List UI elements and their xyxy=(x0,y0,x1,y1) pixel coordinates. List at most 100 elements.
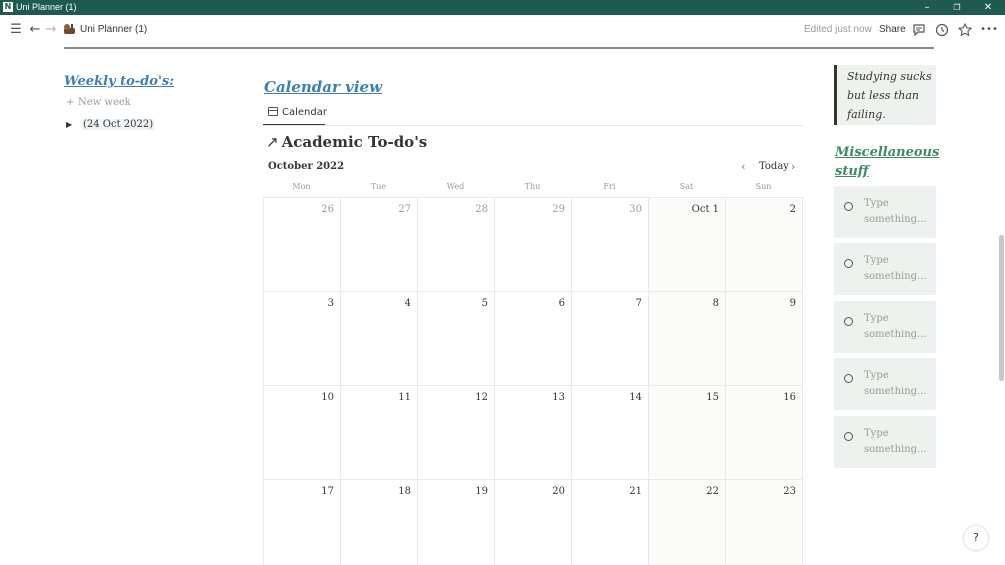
calendar-day-cell[interactable]: 6 xyxy=(495,292,572,386)
day-number: 14 xyxy=(629,392,642,403)
day-number: 19 xyxy=(475,486,488,497)
previous-month-button[interactable]: ‹ xyxy=(741,160,745,174)
day-number: 23 xyxy=(783,486,796,497)
calendar-day-cell[interactable]: 3 xyxy=(264,292,341,386)
view-tab-divider xyxy=(263,125,803,126)
calendar-day-cell[interactable]: 22 xyxy=(649,480,726,565)
database-title[interactable]: ↗ Academic To-do's xyxy=(266,132,427,152)
minimize-button[interactable]: – xyxy=(912,0,942,15)
favorite-star-icon[interactable] xyxy=(957,22,973,38)
day-number: 28 xyxy=(475,204,488,215)
todo-item[interactable]: Type something... xyxy=(834,358,936,410)
quote-line: but less than xyxy=(847,89,920,102)
todo-placeholder[interactable]: something... xyxy=(864,269,932,285)
todo-placeholder[interactable]: Type xyxy=(864,253,932,269)
tab-calendar-label: Calendar xyxy=(282,107,327,118)
calendar-day-cell[interactable]: 15 xyxy=(649,386,726,480)
calendar-day-cell[interactable]: 29 xyxy=(495,198,572,292)
todo-placeholder[interactable]: Type xyxy=(864,368,932,384)
miscellaneous-heading: Miscellaneous stuff xyxy=(835,145,940,179)
calendar-day-cell[interactable]: 26 xyxy=(264,198,341,292)
radio-circle-icon[interactable] xyxy=(844,432,853,441)
day-number: 4 xyxy=(404,298,411,309)
menu-icon[interactable]: ☰ xyxy=(8,22,24,38)
day-number: 13 xyxy=(552,392,565,403)
day-number: 3 xyxy=(327,298,334,309)
weekday-label: Mon xyxy=(292,182,311,191)
todo-placeholder[interactable]: something... xyxy=(864,384,932,400)
calendar-day-cell[interactable]: 13 xyxy=(495,386,572,480)
calendar-day-cell[interactable]: 4 xyxy=(341,292,418,386)
calendar-day-cell[interactable]: 28 xyxy=(418,198,495,292)
todo-placeholder[interactable]: something... xyxy=(864,442,932,458)
calendar-day-cell[interactable]: 17 xyxy=(264,480,341,565)
calendar-day-cell[interactable]: 21 xyxy=(572,480,649,565)
day-number: 9 xyxy=(789,298,796,309)
weekday-label: Sat xyxy=(679,182,694,191)
calendar-day-cell[interactable]: 12 xyxy=(418,386,495,480)
restore-button[interactable]: ❐ xyxy=(942,0,972,15)
calendar-day-cell[interactable]: 2 xyxy=(726,198,803,292)
todo-item[interactable]: Type something... xyxy=(834,243,936,295)
day-number: 30 xyxy=(629,204,642,215)
weekday-label: Wed xyxy=(446,182,465,191)
todo-placeholder[interactable]: Type xyxy=(864,311,932,327)
week-toggle-item[interactable]: ▶ (24 Oct 2022) xyxy=(66,118,155,132)
calendar-day-cell[interactable]: 11 xyxy=(341,386,418,480)
new-week-button[interactable]: + New week xyxy=(66,96,131,110)
vertical-scrollbar[interactable] xyxy=(999,235,1004,381)
today-button[interactable]: Today xyxy=(759,160,789,174)
calendar-day-cell[interactable]: 16 xyxy=(726,386,803,480)
comment-icon[interactable] xyxy=(911,22,927,38)
close-button[interactable]: ✕ xyxy=(973,0,1003,15)
todo-item[interactable]: Type something... xyxy=(834,416,936,468)
calendar-day-cell[interactable]: 27 xyxy=(341,198,418,292)
calendar-day-cell[interactable]: 8 xyxy=(649,292,726,386)
todo-item[interactable]: Type something... xyxy=(834,301,936,353)
calendar-day-cell[interactable]: 10 xyxy=(264,386,341,480)
day-number: 10 xyxy=(321,392,334,403)
radio-circle-icon[interactable] xyxy=(844,374,853,383)
radio-circle-icon[interactable] xyxy=(844,317,853,326)
help-button[interactable]: ? xyxy=(964,526,988,550)
calendar-day-cell[interactable]: 7 xyxy=(572,292,649,386)
todo-placeholder[interactable]: something... xyxy=(864,212,932,228)
back-icon[interactable]: ← xyxy=(27,22,43,38)
day-number: 18 xyxy=(398,486,411,497)
calendar-day-cell[interactable]: 23 xyxy=(726,480,803,565)
day-number: 21 xyxy=(629,486,642,497)
todo-placeholder[interactable]: Type xyxy=(864,426,932,442)
breadcrumb[interactable]: Uni Planner (1) xyxy=(80,23,147,37)
day-number: 15 xyxy=(706,392,719,403)
forward-icon[interactable]: → xyxy=(43,22,59,38)
calendar-day-cell[interactable]: 5 xyxy=(418,292,495,386)
calendar-day-cell[interactable]: 18 xyxy=(341,480,418,565)
weekday-label: Thu xyxy=(524,182,541,191)
week-item-label[interactable]: (24 Oct 2022) xyxy=(82,119,155,130)
day-number: 6 xyxy=(558,298,565,309)
calendar-day-cell[interactable]: 14 xyxy=(572,386,649,480)
share-button[interactable]: Share xyxy=(879,23,906,37)
calendar-day-cell[interactable]: 30 xyxy=(572,198,649,292)
day-number: 8 xyxy=(712,298,719,309)
history-clock-icon[interactable] xyxy=(934,22,950,38)
todo-item[interactable]: Type something... xyxy=(834,186,936,238)
radio-circle-icon[interactable] xyxy=(844,259,853,268)
database-title-label: Academic To-do's xyxy=(281,133,428,151)
day-number: 20 xyxy=(552,486,565,497)
calendar-day-cell[interactable]: Oct 1 xyxy=(649,198,726,292)
next-month-button[interactable]: › xyxy=(791,160,795,174)
linked-arrow-icon: ↗ xyxy=(266,133,279,151)
todo-placeholder[interactable]: Type xyxy=(864,196,932,212)
calendar-day-cell[interactable]: 9 xyxy=(726,292,803,386)
calendar-day-cell[interactable]: 20 xyxy=(495,480,572,565)
toggle-triangle-icon[interactable]: ▶ xyxy=(66,118,82,132)
calendar-day-cell[interactable]: 19 xyxy=(418,480,495,565)
weekday-label: Tue xyxy=(370,182,387,191)
tab-calendar[interactable]: Calendar xyxy=(263,104,327,126)
top-navigation: ☰ ← → Uni Planner (1) Edited just now Sh… xyxy=(0,15,1005,46)
day-number: 29 xyxy=(552,204,565,215)
radio-circle-icon[interactable] xyxy=(844,202,853,211)
more-options-icon[interactable]: ••• xyxy=(979,22,999,38)
todo-placeholder[interactable]: something... xyxy=(864,327,932,343)
